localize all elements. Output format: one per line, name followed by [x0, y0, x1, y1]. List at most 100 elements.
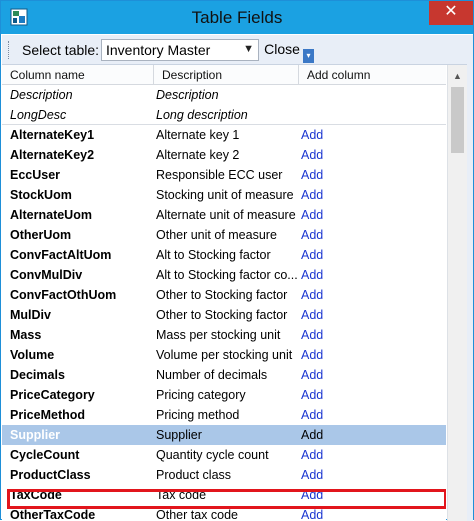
add-column-link[interactable]: Add	[293, 245, 443, 265]
table-row[interactable]: Decimals Number of decimals Add	[2, 365, 446, 385]
table-row[interactable]: LongDesc Long description	[2, 105, 446, 125]
add-column-link	[293, 85, 443, 105]
table-row[interactable]: AlternateKey2 Alternate key 2 Add	[2, 145, 446, 165]
table-row[interactable]: ConvFactAltUom Alt to Stocking factor Add	[2, 245, 446, 265]
add-column-link[interactable]: Add	[293, 165, 443, 185]
add-column-link	[293, 105, 443, 125]
row-description: Alt to Stocking factor co...	[156, 268, 298, 282]
row-description: Responsible ECC user	[156, 168, 283, 182]
add-column-link[interactable]: Add	[293, 465, 443, 485]
column-header-name[interactable]: Column name	[2, 65, 154, 85]
scroll-up-arrow-icon[interactable]: ▲	[448, 67, 467, 85]
table-select-dropdown[interactable]: Inventory Master ▼	[101, 39, 259, 61]
row-column-name: MulDiv	[10, 308, 51, 322]
table-fields-window: Table Fields ✕ Select table: Inventory M…	[0, 0, 474, 521]
add-column-link[interactable]: Add	[293, 445, 443, 465]
row-column-name: PriceCategory	[10, 388, 95, 402]
column-header-add[interactable]: Add column	[299, 65, 446, 85]
row-description: Other to Stocking factor	[156, 288, 288, 302]
table-row[interactable]: TaxCode Tax code Add	[2, 485, 446, 505]
grid-rows: Description Description LongDesc Long descr…	[2, 85, 446, 521]
row-column-name: LongDesc	[10, 108, 67, 122]
window-close-button[interactable]: ✕	[429, 1, 473, 25]
title-bar[interactable]: Table Fields ✕	[1, 1, 473, 34]
grid-header: Column name Description Add column	[2, 65, 446, 85]
row-description: Volume per stocking unit	[156, 348, 293, 362]
column-header-description[interactable]: Description	[154, 65, 299, 85]
table-row[interactable]: PriceMethod Pricing method Add	[2, 405, 446, 425]
table-row[interactable]: EccUser Responsible ECC user Add	[2, 165, 446, 185]
table-row[interactable]: CycleCount Quantity cycle count Add	[2, 445, 446, 465]
table-row[interactable]: ConvMulDiv Alt to Stocking factor co... Ad…	[2, 265, 446, 285]
add-column-link[interactable]: Add	[293, 345, 443, 365]
add-column-link[interactable]: Add	[293, 125, 443, 145]
row-column-name: ProductClass	[10, 468, 91, 482]
row-column-name: CycleCount	[10, 448, 80, 462]
close-button[interactable]: Close	[261, 39, 303, 61]
row-description: Number of decimals	[156, 368, 268, 382]
row-description: Description	[156, 88, 219, 102]
toolbar-overflow-icon[interactable]: ▾	[303, 49, 314, 63]
row-column-name: OtherTaxCode	[10, 508, 96, 521]
vertical-scrollbar[interactable]: ▲	[447, 65, 467, 521]
table-row[interactable]: StockUom Stocking unit of measure Add	[2, 185, 446, 205]
table-row[interactable]: AlternateKey1 Alternate key 1 Add	[2, 125, 446, 145]
row-column-name: Volume	[10, 348, 55, 362]
select-table-label: Select table:	[22, 42, 100, 58]
add-column-link[interactable]: Add	[293, 205, 443, 225]
add-column-link[interactable]: Add	[293, 285, 443, 305]
row-description: Other to Stocking factor	[156, 308, 288, 322]
chevron-down-icon[interactable]: ▼	[243, 43, 254, 55]
row-column-name: Decimals	[10, 368, 65, 382]
row-description: Long description	[156, 108, 248, 122]
window-edge	[467, 35, 473, 521]
row-column-name: TaxCode	[10, 488, 62, 502]
row-description: Alt to Stocking factor	[156, 248, 271, 262]
add-column-link[interactable]: Add	[293, 405, 443, 425]
table-row[interactable]: Description Description	[2, 85, 446, 105]
row-column-name: Mass	[10, 328, 42, 342]
table-row[interactable]: ConvFactOthUom Other to Stocking factor Ad…	[2, 285, 446, 305]
table-row[interactable]: AlternateUom Alternate unit of measure Add	[2, 205, 446, 225]
row-column-name: Description	[10, 88, 73, 102]
add-column-link[interactable]: Add	[293, 145, 443, 165]
add-column-link[interactable]: Add	[293, 185, 443, 205]
add-column-link[interactable]: Add	[293, 505, 443, 521]
table-row[interactable]: OtherTaxCode Other tax code Add	[2, 505, 446, 521]
row-column-name: ConvMulDiv	[10, 268, 83, 282]
row-description: Mass per stocking unit	[156, 328, 281, 342]
add-column-link[interactable]: Add	[293, 365, 443, 385]
toolbar: Select table: Inventory Master ▼ Close ▾	[2, 35, 472, 65]
row-column-name: StockUom	[10, 188, 72, 202]
window-title: Table Fields	[191, 8, 283, 27]
scroll-thumb[interactable]	[451, 87, 464, 153]
add-column-link[interactable]: Add	[293, 485, 443, 505]
table-row[interactable]: Mass Mass per stocking unit Add	[2, 325, 446, 345]
row-description: Alternate key 1	[156, 128, 240, 142]
row-column-name: ConvFactAltUom	[10, 248, 112, 262]
row-description: Other unit of measure	[156, 228, 277, 242]
table-row[interactable]: PriceCategory Pricing category Add	[2, 385, 446, 405]
row-column-name: EccUser	[10, 168, 61, 182]
table-row[interactable]: Volume Volume per stocking unit Add	[2, 345, 446, 365]
add-column-link[interactable]: Add	[293, 305, 443, 325]
add-column-link[interactable]: Add	[293, 385, 443, 405]
row-description: Supplier	[156, 428, 202, 442]
row-column-name: Supplier	[10, 428, 61, 442]
row-description: Quantity cycle count	[156, 448, 269, 462]
row-description: Stocking unit of measure	[156, 188, 294, 202]
row-description: Product class	[156, 468, 232, 482]
table-row[interactable]: OtherUom Other unit of measure Add	[2, 225, 446, 245]
add-column-link[interactable]: Add	[293, 225, 443, 245]
table-row[interactable]: ProductClass Product class Add	[2, 465, 446, 485]
table-row[interactable]: MulDiv Other to Stocking factor Add	[2, 305, 446, 325]
row-description: Other tax code	[156, 508, 238, 521]
row-description: Tax code	[156, 488, 207, 502]
add-column-link[interactable]: Add	[293, 265, 443, 285]
table-row[interactable]: Supplier Supplier Add	[2, 425, 446, 445]
add-column-link[interactable]: Add	[293, 425, 443, 445]
row-column-name: ConvFactOthUom	[10, 288, 117, 302]
add-column-link[interactable]: Add	[293, 325, 443, 345]
row-column-name: PriceMethod	[10, 408, 86, 422]
toolbar-grip-handle[interactable]	[8, 41, 11, 59]
